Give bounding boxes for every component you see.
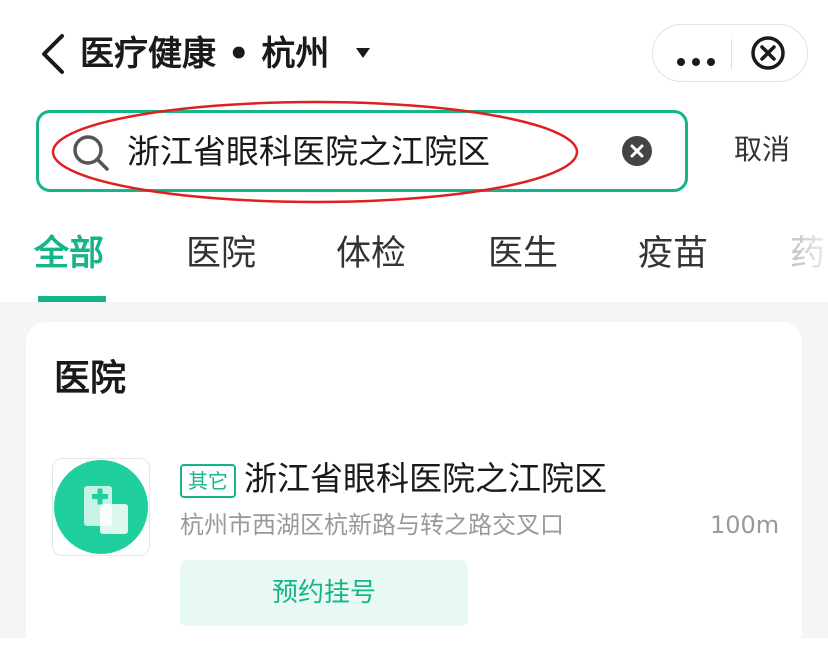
hospital-distance: 100m xyxy=(710,511,780,539)
tab-hospital[interactable]: 医院 xyxy=(186,230,256,278)
cancel-button[interactable]: 取消 xyxy=(712,126,812,174)
capsule-divider xyxy=(731,39,732,69)
category-tabs: 全部 医院 体检 医生 疫苗 药 xyxy=(0,210,828,302)
hospital-address: 杭州市西湖区杭新路与转之路交叉口 xyxy=(180,511,564,539)
close-circle-icon[interactable] xyxy=(750,35,786,71)
top-bar: 医疗健康 • 杭州 xyxy=(0,0,828,100)
back-arrow-icon[interactable] xyxy=(36,32,72,76)
caret-down-icon[interactable] xyxy=(356,48,370,58)
book-appointment-button[interactable]: 预约挂号 xyxy=(180,560,468,626)
annotation-ellipse xyxy=(51,100,579,204)
tab-doctor[interactable]: 医生 xyxy=(488,230,558,278)
tab-scroll-fade xyxy=(760,210,828,302)
hospital-name[interactable]: 浙江省眼科医院之江院区 xyxy=(244,454,607,504)
tab-checkup[interactable]: 体检 xyxy=(336,230,406,278)
mini-program-capsule xyxy=(652,24,808,82)
tab-all[interactable]: 全部 xyxy=(34,230,104,278)
tab-vaccine[interactable]: 疫苗 xyxy=(638,230,708,278)
clear-input-icon[interactable] xyxy=(621,135,653,167)
section-title: 医院 xyxy=(54,358,127,399)
hospital-logo[interactable] xyxy=(52,458,150,556)
category-badge: 其它 xyxy=(180,464,236,498)
hospital-results-card: 医院 其它 浙江省眼科医院之江院区 杭州市西湖区杭新路与转之路交叉口 100m … xyxy=(26,322,802,652)
hospital-icon xyxy=(54,460,148,554)
page-title[interactable]: 医疗健康 • 杭州 xyxy=(80,28,329,80)
more-icon[interactable] xyxy=(677,51,722,70)
